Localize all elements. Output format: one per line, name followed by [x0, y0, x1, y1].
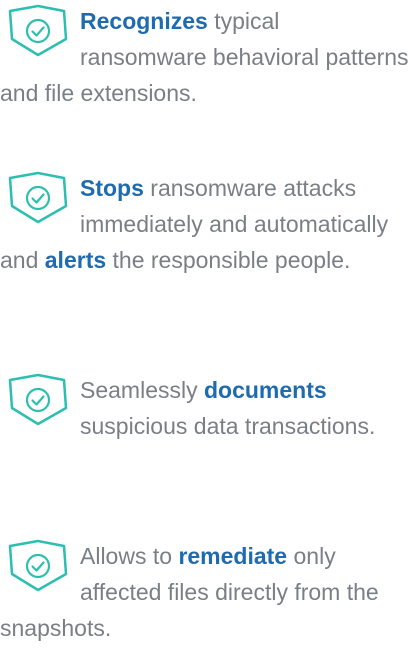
- feature-highlight: Stops: [80, 175, 144, 201]
- feature-item-documents: Seamlessly documents suspicious data tra…: [0, 372, 409, 444]
- feature-highlight: documents: [203, 377, 327, 403]
- feature-item-recognizes: Recognizes typical ransomware behavioral…: [0, 3, 409, 111]
- feature-item-remediate: Allows to remediate only affected files …: [0, 538, 409, 646]
- check-badge-icon: [8, 4, 68, 57]
- feature-item-stops: Stops ransomware attacks immediately and…: [0, 170, 409, 278]
- feature-text: suspicious data transactions.: [80, 413, 376, 439]
- feature-text: the responsible people.: [106, 247, 351, 273]
- check-badge-icon: [8, 373, 68, 426]
- feature-highlight: Recognizes: [80, 8, 208, 34]
- check-badge-icon: [8, 171, 68, 224]
- feature-text: Seamlessly: [80, 377, 204, 403]
- feature-highlight: remediate: [178, 543, 288, 569]
- feature-text: Allows to: [80, 543, 179, 569]
- feature-highlight: alerts: [44, 247, 107, 273]
- check-badge-icon: [8, 539, 68, 592]
